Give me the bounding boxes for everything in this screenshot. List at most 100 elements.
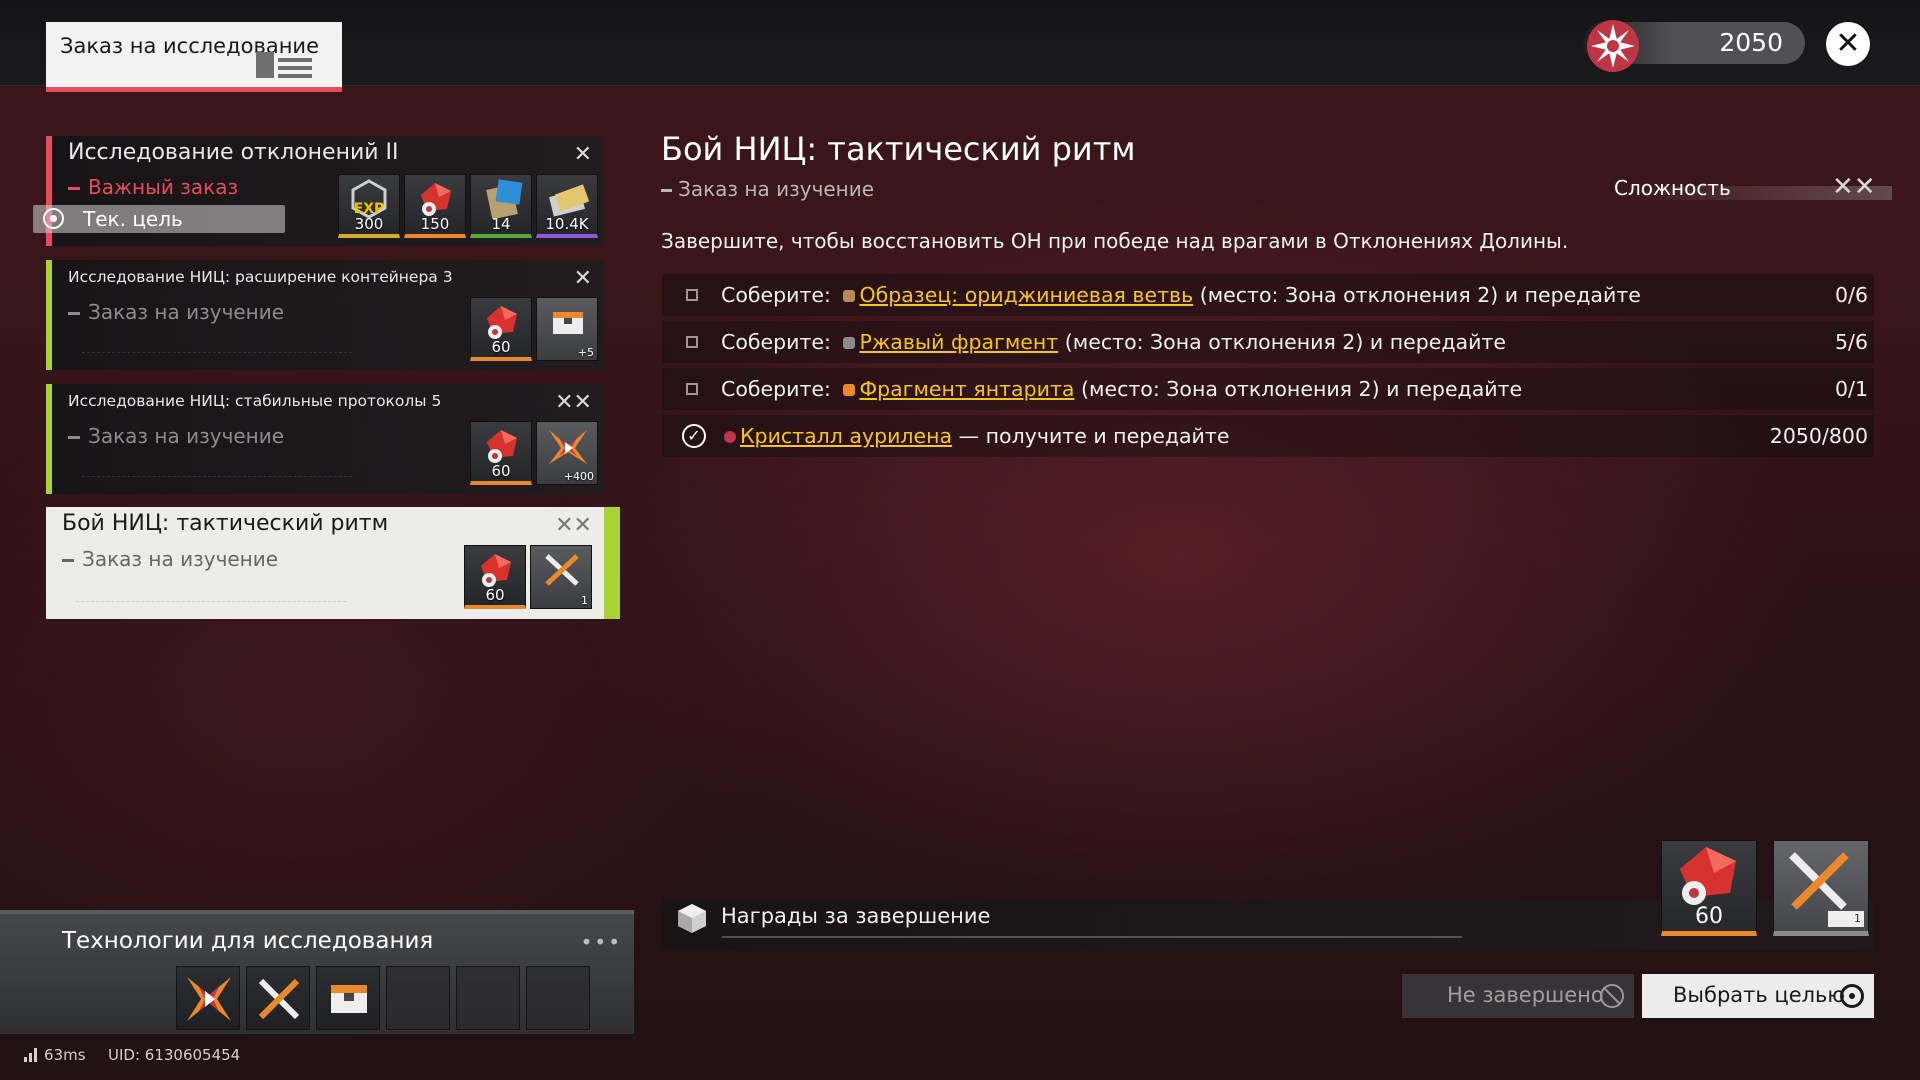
card-decoration — [82, 352, 352, 364]
prohibited-icon — [1600, 984, 1624, 1008]
tech-slot-empty — [386, 966, 450, 1030]
quest-subtitle: Заказ на изучение — [68, 300, 284, 324]
selected-indicator — [604, 507, 620, 619]
objective-text: Соберите: Фрагмент янтарита (место: Зона… — [721, 377, 1523, 401]
reward-count: +400 — [563, 470, 594, 483]
reward-count: +5 — [577, 346, 594, 359]
originium-crystal-icon — [487, 430, 517, 463]
quest-type-icon: ✕ — [573, 266, 592, 291]
quest-card-stable-protocols[interactable]: Исследование НИЦ: стабильные протоколы 5… — [46, 384, 604, 494]
checkbox-empty-icon — [686, 383, 698, 395]
amberite-fragment-icon — [843, 384, 856, 396]
objective-row: Соберите: Ржавый фрагмент (место: Зона о… — [662, 321, 1874, 363]
level-tag: 1 — [1828, 911, 1864, 927]
currency-amount: 2050 — [1719, 28, 1783, 57]
protocol-emblem-icon — [549, 430, 587, 464]
reward-count: 60 — [491, 462, 511, 480]
aurylene-crystal-icon — [724, 431, 736, 443]
reward-container-tech[interactable]: +5 — [536, 297, 598, 361]
objective-row: Соберите: Фрагмент янтарита (место: Зона… — [662, 368, 1874, 410]
objective-text: Кристалл аурилена — получите и передайте — [724, 424, 1229, 448]
quest-card-container-expansion[interactable]: Исследование НИЦ: расширение контейнера … — [46, 260, 604, 370]
detail-subtitle: Заказ на изучение — [661, 177, 874, 201]
reward-count: 14 — [491, 215, 511, 233]
protocol-emblem-icon — [187, 977, 231, 1021]
reward-originium[interactable]: 60 — [470, 421, 532, 485]
tech-slot-container[interactable] — [316, 966, 380, 1030]
reward-count: 60 — [485, 586, 505, 604]
objective-item-link[interactable]: Образец: ориджиниевая ветвь — [859, 283, 1193, 307]
rusty-fragment-icon — [843, 337, 856, 349]
ping-value: 63ms — [44, 1046, 86, 1064]
not-completed-button[interactable]: Не завершено — [1402, 974, 1634, 1018]
originium-crystal-icon — [421, 183, 451, 216]
research-tech-title: Технологии для исследования — [62, 928, 434, 954]
reward-tactical-tech[interactable]: 1 — [530, 545, 592, 609]
reward-box-icon — [678, 904, 706, 933]
reward-originium[interactable]: 60 — [470, 297, 532, 361]
reward-exp[interactable]: EXP 300 — [338, 174, 400, 238]
current-goal-tag: Тек. цель — [33, 205, 285, 233]
more-options-icon[interactable]: ••• — [581, 930, 622, 954]
reward-protocol-tech[interactable]: +400 — [536, 421, 598, 485]
target-icon — [43, 208, 64, 229]
reward-originium[interactable]: 60 — [464, 545, 526, 609]
title-decoration — [256, 52, 312, 80]
reward-count: 1 — [581, 594, 588, 607]
originium-crystal-icon — [1680, 847, 1736, 905]
objective-item-link[interactable]: Фрагмент янтарита — [859, 377, 1074, 401]
quest-name: Исследование НИЦ: стабильные протоколы 5 — [68, 392, 442, 410]
objective-progress: 2050/800 — [1769, 424, 1868, 448]
quest-subtitle: Заказ на изучение — [68, 424, 284, 448]
exp-card-icon — [486, 179, 523, 219]
set-as-target-label: Выбрать целью — [1673, 983, 1846, 1007]
originium-crystal-icon — [487, 306, 517, 339]
money-stack-icon — [549, 184, 590, 217]
reward-count: 60 — [1695, 904, 1723, 929]
crossed-swords-icon — [1789, 852, 1849, 910]
container-chest-icon — [553, 312, 583, 334]
quest-name: Исследование НИЦ: расширение контейнера … — [68, 268, 453, 286]
quest-type-icon: ✕✕ — [555, 513, 592, 538]
card-decoration — [82, 476, 352, 488]
not-completed-label: Не завершено — [1447, 983, 1604, 1007]
objective-item-link[interactable]: Кристалл аурилена — [740, 424, 952, 448]
objective-row: ✓ Кристалл аурилена — получите и передай… — [662, 415, 1874, 457]
objective-item-link[interactable]: Ржавый фрагмент — [859, 330, 1058, 354]
tech-slot-protocol[interactable] — [176, 966, 240, 1030]
quest-name: Бой НИЦ: тактический ритм — [62, 511, 389, 536]
completion-rewards-label: Награды за завершение — [721, 904, 991, 928]
objective-progress: 0/1 — [1835, 377, 1868, 401]
difficulty-icon: ✕✕ — [1832, 172, 1876, 202]
close-button[interactable]: ✕ — [1826, 22, 1870, 66]
target-icon — [1840, 984, 1864, 1008]
detail-title: Бой НИЦ: тактический ритм — [661, 130, 1136, 168]
crossed-swords-icon — [545, 554, 579, 586]
aurylene-crystal-icon — [1587, 20, 1639, 72]
reward-money[interactable]: 10.4K — [536, 174, 598, 238]
reward-exp-card[interactable]: 14 — [470, 174, 532, 238]
objective-row: Соберите: Образец: ориджиниевая ветвь (м… — [662, 274, 1874, 316]
tech-slot-tactical[interactable] — [246, 966, 310, 1030]
completion-reward-tactical-tech[interactable]: 1 — [1773, 840, 1869, 936]
checkbox-empty-icon — [686, 289, 698, 301]
quest-name: Исследование отклонений II — [68, 140, 399, 165]
checkbox-empty-icon — [686, 336, 698, 348]
detail-description: Завершите, чтобы восстановить ОН при поб… — [661, 229, 1569, 253]
quest-card-tactical-rhythm[interactable]: Бой НИЦ: тактический ритм Заказ на изуче… — [46, 507, 604, 619]
objective-progress: 5/6 — [1835, 330, 1868, 354]
user-id: UID: 6130605454 — [108, 1046, 241, 1064]
tech-slot-empty — [456, 966, 520, 1030]
card-decoration — [76, 601, 346, 613]
quest-type-icon: ✕✕ — [555, 390, 592, 415]
reward-count: 300 — [354, 215, 384, 233]
reward-count: 60 — [491, 338, 511, 356]
tech-slot-empty — [526, 966, 590, 1030]
branch-sample-icon — [843, 290, 856, 302]
signal-icon — [24, 1048, 40, 1062]
reward-count: 150 — [420, 215, 450, 233]
set-as-target-button[interactable]: Выбрать целью — [1642, 974, 1874, 1018]
completion-reward-originium[interactable]: 60 — [1661, 840, 1757, 936]
reward-originium[interactable]: 150 — [404, 174, 466, 238]
reward-count: 10.4K — [545, 215, 589, 233]
